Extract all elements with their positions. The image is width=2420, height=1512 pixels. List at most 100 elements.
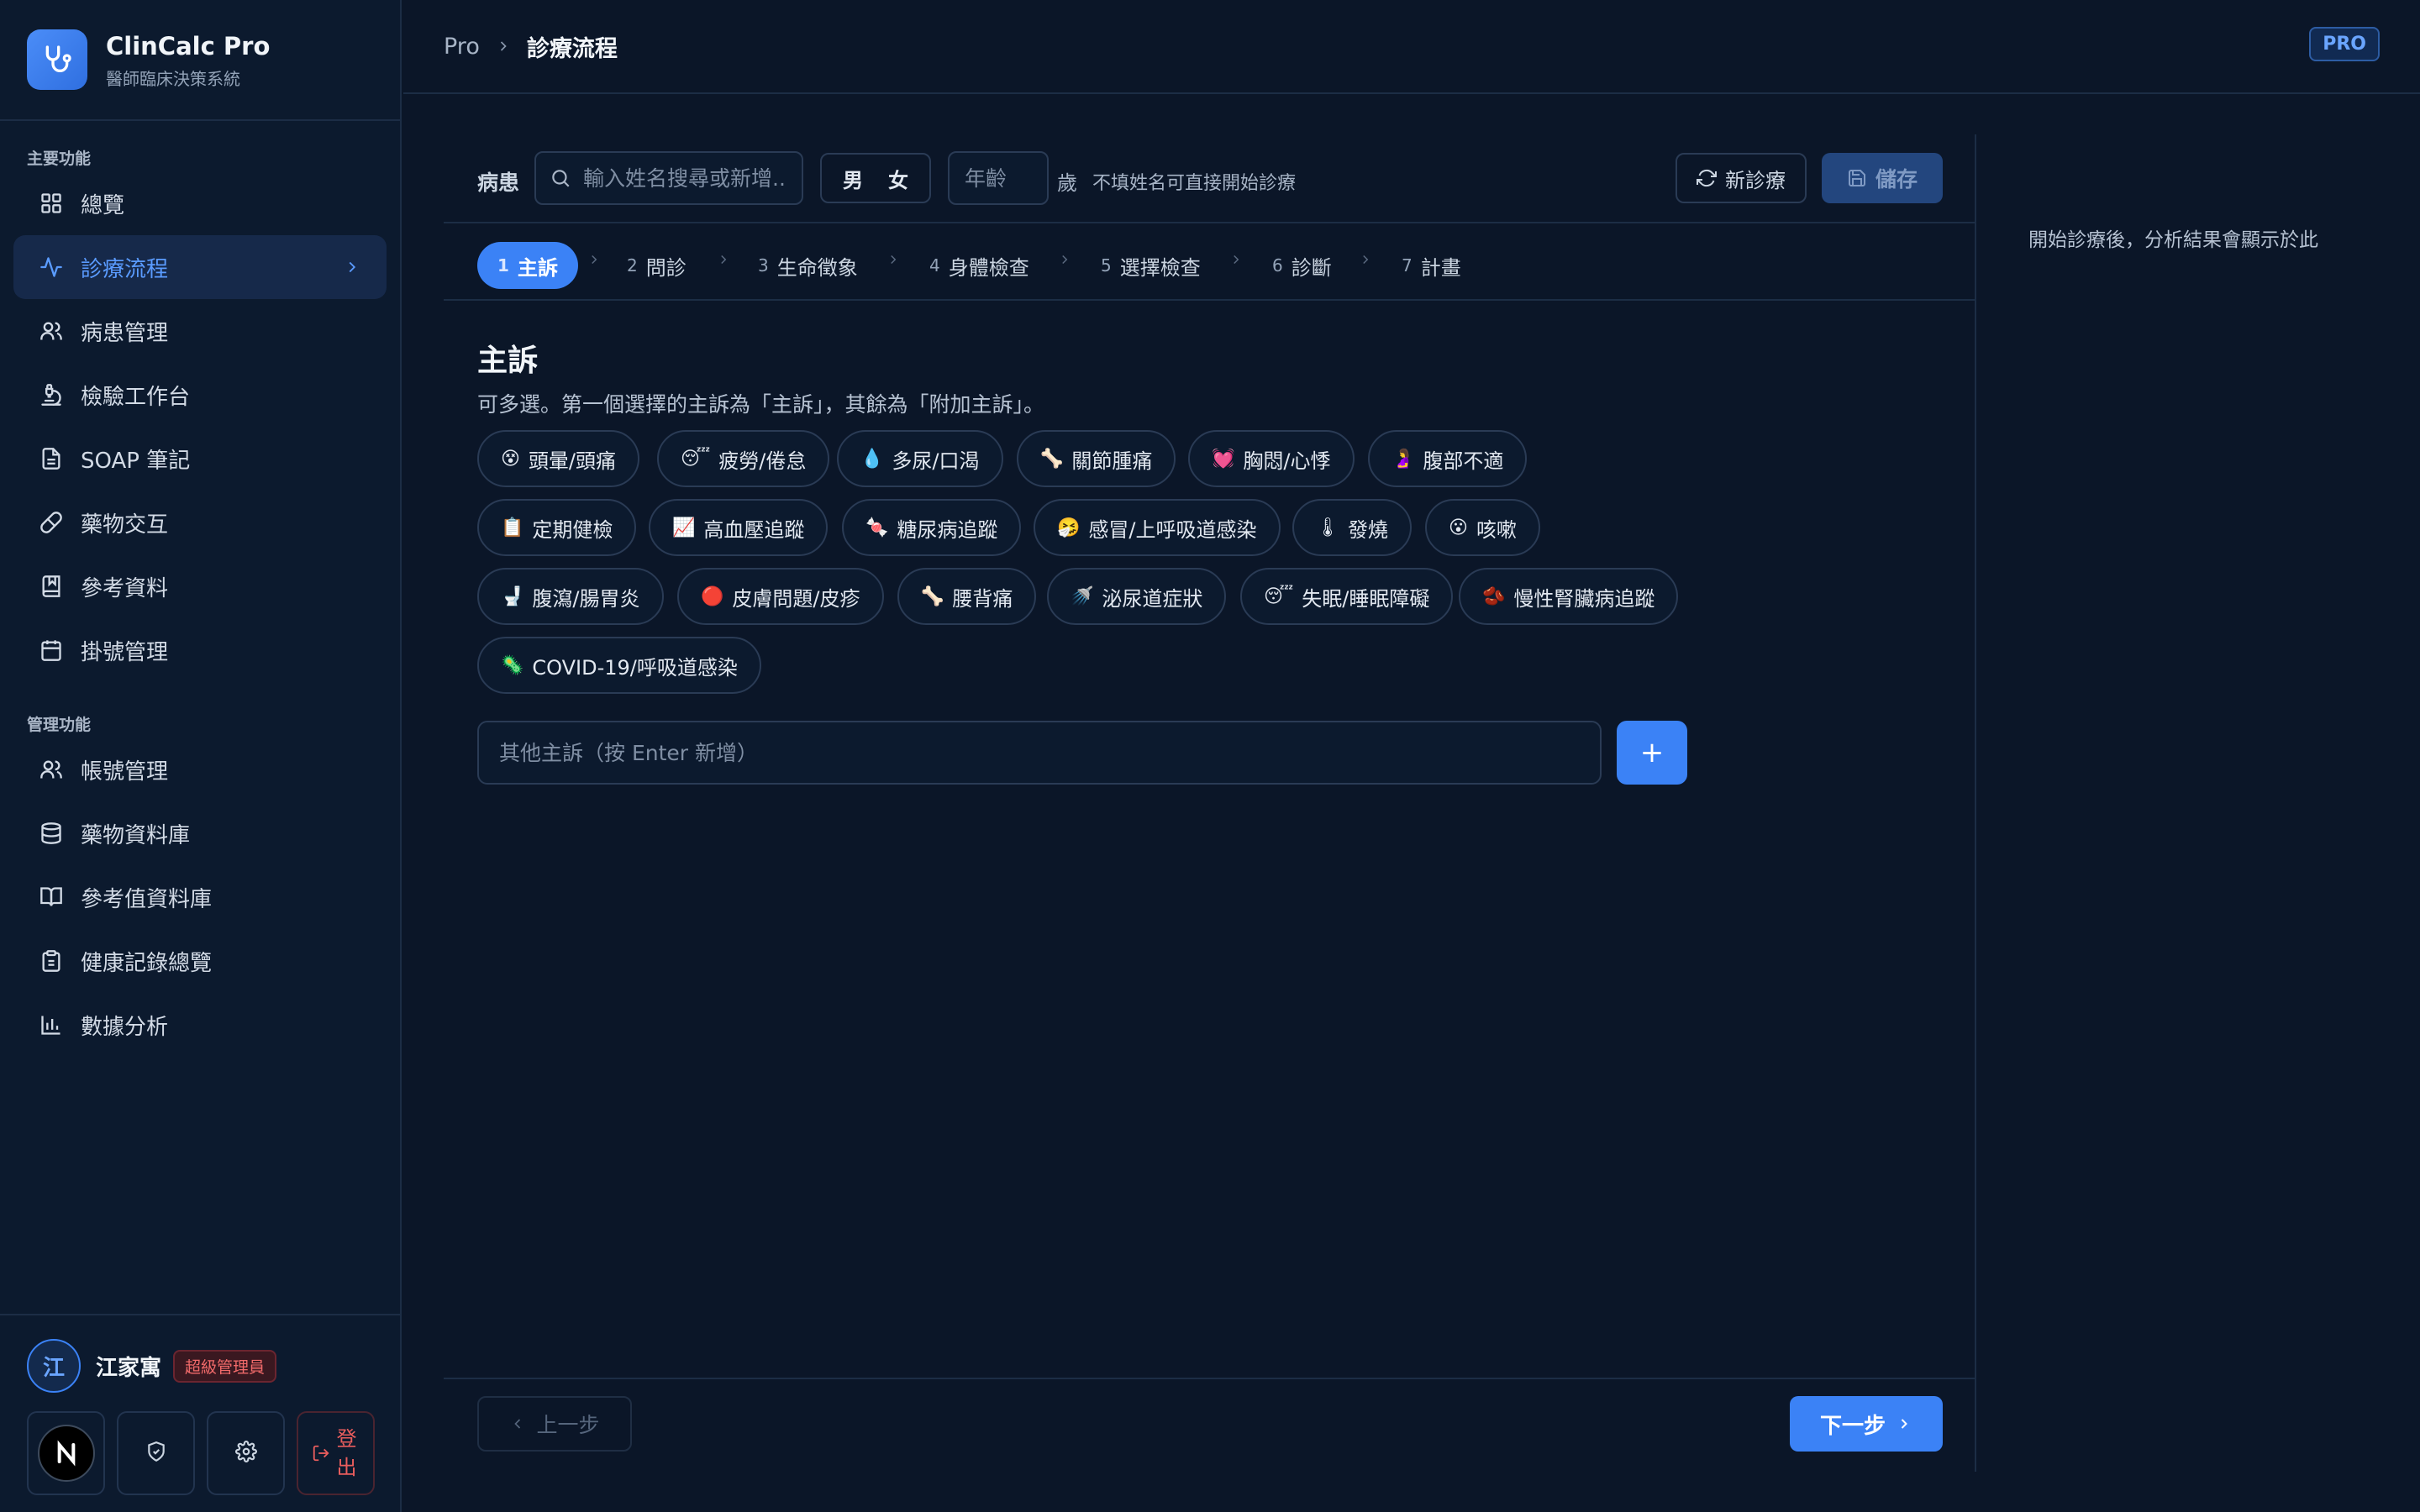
chevron-right-icon bbox=[587, 252, 602, 270]
complaint-chip[interactable]: 😮 咳嗽 bbox=[1425, 499, 1540, 556]
sidebar-item-label: 總覽 bbox=[81, 192, 125, 218]
users-icon bbox=[39, 318, 64, 344]
breadcrumb-current: 診療流程 bbox=[526, 35, 618, 62]
tab-step-2[interactable]: 2 問診 bbox=[627, 242, 687, 289]
step-number: 4 bbox=[929, 255, 940, 276]
next-step-button[interactable]: 下一步 bbox=[1790, 1396, 1943, 1452]
sidebar-item-drug-db[interactable]: 藥物資料庫 bbox=[13, 801, 387, 865]
patient-search-input[interactable] bbox=[583, 165, 785, 191]
complaint-chip[interactable]: 🦴 腰背痛 bbox=[897, 568, 1037, 625]
chip-label: 感冒/上呼吸道感染 bbox=[1088, 517, 1257, 542]
n-logo-icon bbox=[37, 1425, 95, 1482]
complaint-chip[interactable]: 🤧 感冒/上呼吸道感染 bbox=[1034, 499, 1281, 556]
sidebar-item-accounts[interactable]: 帳號管理 bbox=[13, 738, 387, 801]
sidebar-item-health-records[interactable]: 健康記錄總覽 bbox=[13, 929, 387, 993]
sidebar-item-overview[interactable]: 總覽 bbox=[13, 171, 387, 235]
complaint-chip[interactable]: 🌡 發燒 bbox=[1292, 499, 1412, 556]
sidebar-item-references[interactable]: 參考資料 bbox=[13, 554, 387, 618]
microscope-icon bbox=[39, 382, 64, 407]
sidebar-item-reference-db[interactable]: 參考值資料庫 bbox=[13, 865, 387, 929]
sidebar-item-label: 健康記錄總覽 bbox=[81, 950, 213, 976]
chevron-right-icon bbox=[343, 257, 361, 282]
tab-step-1[interactable]: 1 主訴 bbox=[477, 242, 578, 289]
tab-step-7[interactable]: 7 計畫 bbox=[1402, 242, 1461, 289]
sidebar-item-analytics[interactable]: 數據分析 bbox=[13, 993, 387, 1057]
tab-step-4[interactable]: 4 身體檢查 bbox=[929, 242, 1029, 289]
sidebar-item-interactions[interactable]: 藥物交互 bbox=[13, 491, 387, 554]
candy-icon: 🍬 bbox=[865, 517, 889, 538]
add-complaint-button[interactable]: + bbox=[1617, 721, 1687, 785]
sidebar-item-label: 掛號管理 bbox=[81, 639, 169, 665]
chevron-right-icon bbox=[1896, 1415, 1912, 1432]
analysis-panel: 開始診療後，分析結果會顯示於此 bbox=[1976, 134, 2420, 1472]
stethoscope-icon bbox=[27, 29, 87, 90]
save-button[interactable]: 儲存 bbox=[1822, 153, 1943, 203]
bone-icon: 🦴 bbox=[921, 585, 944, 607]
complaint-chip[interactable]: 💓 胸悶/心悸 bbox=[1188, 430, 1355, 487]
logout-button[interactable]: 登出 bbox=[297, 1411, 375, 1495]
complaint-chip[interactable]: 🚽 腹瀉/腸胃炎 bbox=[477, 568, 664, 625]
other-complaint-input[interactable] bbox=[479, 722, 1600, 783]
prev-step-label: 上一步 bbox=[536, 1413, 600, 1437]
complaint-chip[interactable]: 🍬 糖尿病追蹤 bbox=[842, 499, 1022, 556]
sidebar-item-appointments[interactable]: 掛號管理 bbox=[13, 618, 387, 682]
complaint-chip[interactable]: 😵 頭暈/頭痛 bbox=[477, 430, 640, 487]
next-step-label: 下一步 bbox=[1819, 1413, 1886, 1439]
patient-hint: 不填姓名可直接開始診療 bbox=[1092, 173, 1297, 194]
new-visit-button[interactable]: 新診療 bbox=[1676, 153, 1807, 203]
complaint-chip[interactable]: 🦠 COVID-19/呼吸道感染 bbox=[477, 637, 761, 694]
security-button[interactable] bbox=[117, 1411, 195, 1495]
theme-button[interactable] bbox=[27, 1411, 105, 1495]
sidebar-item-label: 參考資料 bbox=[81, 575, 169, 601]
brand-subtitle: 醫師臨床決策系統 bbox=[106, 68, 240, 89]
sidebar-item-label: 參考值資料庫 bbox=[81, 886, 213, 912]
grid-icon bbox=[39, 191, 64, 216]
users-icon bbox=[39, 757, 64, 782]
step-label: 身體檢查 bbox=[948, 255, 1029, 280]
bone-icon: 🦴 bbox=[1040, 448, 1064, 470]
step-number: 2 bbox=[627, 255, 638, 276]
sidebar-item-workflow[interactable]: 診療流程 bbox=[13, 235, 387, 299]
chart-up-icon: 📈 bbox=[672, 517, 696, 538]
sidebar-item-lab[interactable]: 檢驗工作台 bbox=[13, 363, 387, 427]
prev-step-button[interactable]: 上一步 bbox=[477, 1396, 632, 1452]
brand[interactable]: ClinCalc Pro 醫師臨床決策系統 bbox=[0, 0, 400, 121]
complaint-chip[interactable]: 😴 疲勞/倦怠 bbox=[657, 430, 830, 487]
chip-label: 腹部不適 bbox=[1423, 449, 1504, 473]
sidebar-item-patients[interactable]: 病患管理 bbox=[13, 299, 387, 363]
nav-section-admin: 管理功能 bbox=[27, 716, 92, 734]
avatar[interactable]: 江 bbox=[27, 1339, 81, 1393]
save-label: 儲存 bbox=[1875, 167, 1918, 192]
tab-step-5[interactable]: 5 選擇檢查 bbox=[1101, 242, 1201, 289]
patient-row: 病患 男 女 歲 不填姓名可直接開始診療 新診療 儲存 bbox=[444, 134, 1976, 223]
sidebar-item-soap[interactable]: SOAP 筆記 bbox=[13, 427, 387, 491]
user-area: 江 江家寓 超級管理員 登出 bbox=[0, 1314, 402, 1512]
complaint-chip[interactable]: 🫘 慢性腎臟病追蹤 bbox=[1459, 568, 1679, 625]
complaint-chip[interactable]: 🤰 腹部不適 bbox=[1368, 430, 1528, 487]
kidney-icon: 🫘 bbox=[1482, 585, 1506, 607]
sidebar-item-label: 藥物資料庫 bbox=[81, 822, 191, 848]
complaint-chip[interactable]: 📋 定期健檢 bbox=[477, 499, 637, 556]
complaint-chip[interactable]: 😴 失眠/睡眠障礙 bbox=[1240, 568, 1454, 625]
breadcrumb-root[interactable]: Pro bbox=[444, 34, 480, 60]
microbe-icon: 🦠 bbox=[501, 654, 524, 676]
step-label: 主訴 bbox=[517, 255, 558, 280]
shield-icon bbox=[145, 1441, 167, 1466]
topbar: Pro 診療流程 PRO bbox=[403, 0, 2420, 94]
complaint-chip[interactable]: 🔴 皮膚問題/皮疹 bbox=[677, 568, 884, 625]
settings-button[interactable] bbox=[207, 1411, 285, 1495]
tab-step-6[interactable]: 6 診斷 bbox=[1272, 242, 1332, 289]
complaint-chip[interactable]: 🚿 泌尿道症狀 bbox=[1047, 568, 1227, 625]
complaint-chip[interactable]: 🦴 關節腫痛 bbox=[1017, 430, 1176, 487]
book-bookmark-icon bbox=[39, 574, 64, 599]
chip-label: 慢性腎臟病追蹤 bbox=[1513, 586, 1655, 611]
chevron-left-icon bbox=[509, 1415, 526, 1432]
complaint-chip[interactable]: 📈 高血壓追蹤 bbox=[649, 499, 829, 556]
sex-female-button[interactable]: 女 bbox=[888, 164, 908, 193]
patient-label: 病患 bbox=[477, 171, 520, 195]
complaint-chip[interactable]: 💧 多尿/口渴 bbox=[837, 430, 1003, 487]
chip-label: 泌尿道症狀 bbox=[1102, 586, 1203, 611]
age-input[interactable] bbox=[950, 153, 1047, 203]
tab-step-3[interactable]: 3 生命徵象 bbox=[758, 242, 858, 289]
sex-male-button[interactable]: 男 bbox=[843, 164, 863, 193]
